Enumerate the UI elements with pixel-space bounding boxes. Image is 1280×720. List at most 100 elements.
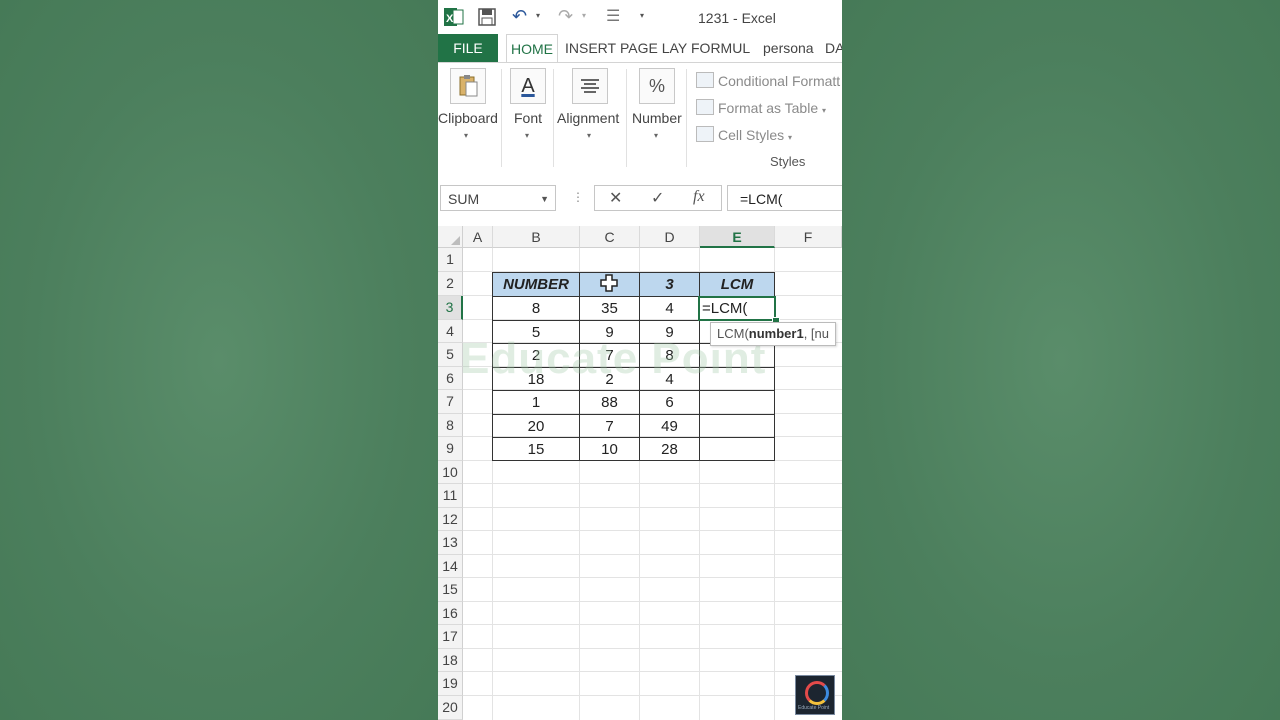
- name-box-dropdown-icon[interactable]: ▼: [540, 186, 549, 212]
- insert-function-icon[interactable]: fx: [693, 188, 705, 206]
- undo-icon[interactable]: ↶: [512, 6, 527, 27]
- cell-styles-icon: [696, 126, 714, 142]
- table-cell[interactable]: 4: [639, 296, 700, 321]
- table-cell[interactable]: 49: [639, 414, 700, 438]
- row-header[interactable]: 11: [438, 484, 463, 508]
- clipboard-expand-icon[interactable]: ▾: [464, 131, 468, 140]
- clipboard-group-label[interactable]: Clipboard: [438, 110, 498, 126]
- tab-insert[interactable]: INSERT: [565, 34, 616, 62]
- formula-input[interactable]: =LCM(: [727, 185, 842, 211]
- header-cell-d[interactable]: 3: [639, 272, 700, 297]
- column-header-e[interactable]: E: [700, 226, 775, 248]
- number-group-label[interactable]: Number: [632, 110, 682, 126]
- name-box[interactable]: SUM ▼: [440, 185, 556, 211]
- table-cell[interactable]: [699, 390, 775, 415]
- font-color-icon[interactable]: A: [510, 68, 546, 104]
- row-header[interactable]: 2: [438, 272, 463, 296]
- header-cell-lcm[interactable]: LCM: [699, 272, 775, 297]
- formula-bar-splitter[interactable]: ⋮: [572, 190, 584, 204]
- customize-toolbar-icon[interactable]: ▾: [640, 11, 644, 20]
- column-header-c[interactable]: C: [580, 226, 640, 248]
- channel-logo-text: Educate Point: [798, 705, 830, 711]
- worksheet-grid[interactable]: A B C D E F 1 2 3 4 5 6 7 8 9 10 11 12 1…: [438, 226, 842, 720]
- font-group-label[interactable]: Font: [514, 110, 542, 126]
- table-cell[interactable]: 1: [492, 390, 580, 415]
- tab-data[interactable]: DA: [825, 34, 842, 62]
- function-tooltip[interactable]: LCM(number1, [nu: [710, 322, 836, 346]
- conditional-formatting-button[interactable]: Conditional Formatt: [696, 72, 840, 89]
- document-title: 1231 - Excel: [698, 10, 776, 26]
- row-header[interactable]: 18: [438, 649, 463, 672]
- select-all-button[interactable]: [438, 226, 463, 248]
- row-header[interactable]: 15: [438, 578, 463, 602]
- grid-line: [463, 554, 842, 555]
- conditional-formatting-icon: [696, 72, 714, 88]
- grid-line: [463, 695, 842, 696]
- tab-file[interactable]: FILE: [438, 34, 498, 62]
- cell-styles-button[interactable]: Cell Styles ▾: [696, 126, 792, 143]
- font-expand-icon[interactable]: ▾: [525, 131, 529, 140]
- redo-icon[interactable]: ↷: [558, 6, 573, 27]
- row-header[interactable]: 7: [438, 390, 463, 414]
- tab-page-layout[interactable]: PAGE LAY: [620, 34, 687, 62]
- tab-personal[interactable]: persona: [763, 34, 814, 62]
- active-cell-e3[interactable]: =LCM(: [698, 296, 776, 321]
- grid-line: [463, 648, 842, 649]
- table-cell[interactable]: 7: [579, 414, 640, 438]
- table-cell[interactable]: [699, 437, 775, 461]
- row-header[interactable]: 1: [438, 248, 463, 272]
- ribbon-separator: [686, 69, 687, 167]
- row-header[interactable]: 9: [438, 437, 463, 461]
- alignment-expand-icon[interactable]: ▾: [587, 131, 591, 140]
- table-cell[interactable]: 88: [579, 390, 640, 415]
- table-cell[interactable]: [699, 414, 775, 438]
- row-header[interactable]: 17: [438, 625, 463, 649]
- header-cell-number[interactable]: NUMBER: [492, 272, 580, 297]
- table-cell[interactable]: 10: [579, 437, 640, 461]
- grid-line: [463, 624, 842, 625]
- redo-dropdown-icon[interactable]: ▾: [582, 11, 586, 20]
- row-header[interactable]: 8: [438, 414, 463, 437]
- format-as-table-button[interactable]: Format as Table ▾: [696, 99, 826, 116]
- grid-line: [463, 483, 842, 484]
- row-header[interactable]: 19: [438, 672, 463, 696]
- number-expand-icon[interactable]: ▾: [654, 131, 658, 140]
- grid-line: [463, 507, 842, 508]
- table-cell[interactable]: 15: [492, 437, 580, 461]
- grid-line: [463, 577, 842, 578]
- column-header-b[interactable]: B: [493, 226, 580, 248]
- enter-icon[interactable]: ✓: [651, 188, 664, 208]
- formula-bar: SUM ▼ ⋮ ✕ ✓ fx =LCM(: [438, 174, 842, 226]
- undo-dropdown-icon[interactable]: ▾: [536, 11, 540, 20]
- clipboard-icon[interactable]: [450, 68, 486, 104]
- column-header-d[interactable]: D: [640, 226, 700, 248]
- row-header[interactable]: 3: [438, 296, 463, 320]
- row-header[interactable]: 14: [438, 555, 463, 578]
- percent-icon[interactable]: %: [639, 68, 675, 104]
- column-header-a[interactable]: A: [463, 226, 493, 248]
- row-header[interactable]: 10: [438, 461, 463, 484]
- table-cell[interactable]: 28: [639, 437, 700, 461]
- channel-logo-icon: [805, 681, 829, 705]
- row-header[interactable]: 13: [438, 531, 463, 555]
- tab-formulas[interactable]: FORMUL: [691, 34, 750, 62]
- table-cell[interactable]: 8: [492, 296, 580, 321]
- save-icon[interactable]: [478, 8, 496, 31]
- column-header-f[interactable]: F: [775, 226, 842, 248]
- table-cell[interactable]: 35: [579, 296, 640, 321]
- alignment-group-label[interactable]: Alignment: [557, 110, 619, 126]
- cancel-icon[interactable]: ✕: [609, 188, 622, 208]
- ribbon-tabs: FILE HOME INSERT PAGE LAY FORMUL persona…: [438, 34, 842, 62]
- align-icon[interactable]: [572, 68, 608, 104]
- svg-text:X: X: [446, 13, 454, 25]
- row-header[interactable]: 20: [438, 696, 463, 720]
- touch-mode-icon[interactable]: ☰: [606, 6, 620, 26]
- table-cell[interactable]: 20: [492, 414, 580, 438]
- row-header[interactable]: 16: [438, 602, 463, 625]
- row-header[interactable]: 12: [438, 508, 463, 531]
- ribbon: Clipboard ▾ A Font ▾ Alignment ▾ % Numbe…: [438, 62, 842, 176]
- tab-home[interactable]: HOME: [506, 34, 558, 62]
- table-cell[interactable]: 6: [639, 390, 700, 415]
- ribbon-separator: [553, 69, 554, 167]
- grid-line: [463, 530, 842, 531]
